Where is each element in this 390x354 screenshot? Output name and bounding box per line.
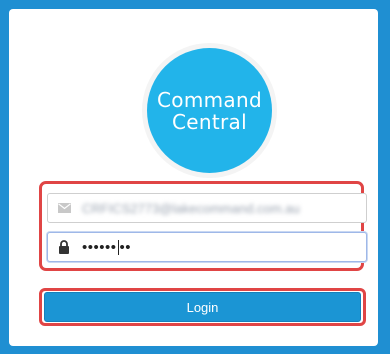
lock-icon [56,240,72,254]
login-button[interactable]: Login [44,292,361,322]
password-field[interactable]: •••••• •• [47,232,367,262]
email-value: CRFICS2773@lakecommand.com.au [82,200,300,216]
email-field[interactable]: CRFICS2773@lakecommand.com.au [47,193,367,223]
logo-line-2: Central [172,109,247,134]
envelope-icon [56,203,72,213]
text-caret [117,240,119,256]
command-central-logo: Command Central [147,48,272,173]
password-value: •••••• •• [82,238,132,256]
logo-line-1: Command [157,87,262,112]
